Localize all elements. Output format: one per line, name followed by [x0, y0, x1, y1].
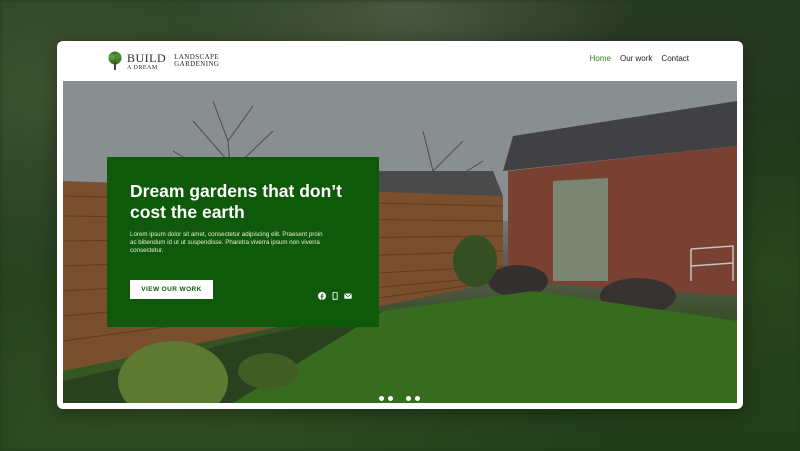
logo-subname: A DREAM [127, 64, 158, 71]
website-frame: BUILD A DREAM LANDSCAPE GARDENING Home O… [57, 41, 743, 409]
logo-tagline: LANDSCAPE GARDENING [174, 53, 220, 69]
navbar: BUILD A DREAM LANDSCAPE GARDENING Home O… [57, 41, 743, 81]
social-links [318, 287, 352, 301]
phone-icon[interactable] [331, 287, 339, 301]
carousel-indicators [379, 396, 420, 401]
carousel-dot-3[interactable] [397, 396, 402, 401]
mail-icon[interactable] [344, 287, 352, 299]
hero-body-text: Lorem ipsum dolor sit amet, consectetur … [130, 231, 323, 254]
nav-link-contact[interactable]: Contact [661, 54, 689, 63]
hero-panel: Dream gardens that don’t cost the earth … [107, 157, 379, 327]
nav-link-our-work[interactable]: Our work [620, 54, 652, 63]
facebook-icon[interactable] [318, 287, 326, 300]
hero-carousel: Dream gardens that don’t cost the earth … [63, 81, 737, 403]
logo-wordmark: BUILD A DREAM [127, 52, 166, 71]
view-our-work-button[interactable]: VIEW OUR WORK [130, 280, 213, 299]
nav-link-home[interactable]: Home [590, 54, 611, 63]
carousel-dot-1[interactable] [379, 396, 384, 401]
logo-tagline-line2: GARDENING [174, 60, 220, 68]
carousel-dot-5[interactable] [415, 396, 420, 401]
carousel-dot-2[interactable] [388, 396, 393, 401]
carousel-dot-4[interactable] [406, 396, 411, 401]
logo-name: BUILD [127, 50, 167, 65]
logo[interactable]: BUILD A DREAM LANDSCAPE GARDENING [107, 50, 219, 72]
tree-logo-icon [108, 51, 122, 70]
hero-heading: Dream gardens that don’t cost the earth [130, 181, 342, 222]
main-menu: Home Our work Contact [590, 54, 689, 63]
